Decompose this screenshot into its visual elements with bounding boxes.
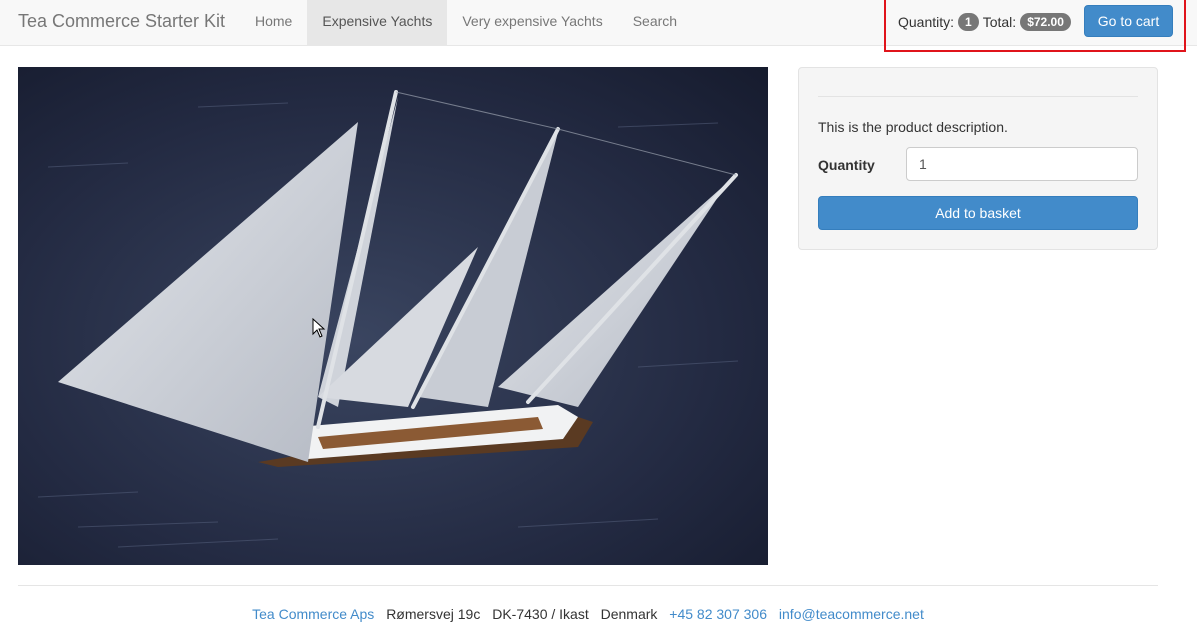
main-nav: Home Expensive Yachts Very expensive Yac… (240, 0, 692, 46)
mini-cart: Quantity: 1 Total: $72.00 (898, 0, 1075, 43)
cart-total-badge: $72.00 (1020, 12, 1071, 31)
cart-total-label: Total: (982, 13, 1017, 30)
panel-divider (818, 96, 1138, 97)
product-description: This is the product description. (818, 119, 1008, 135)
cart-quantity-label: Quantity: (898, 13, 955, 30)
cart-quantity-badge: 1 (958, 12, 979, 31)
footer-company-link[interactable]: Tea Commerce Aps (252, 606, 374, 622)
brand-link[interactable]: Tea Commerce Starter Kit (18, 0, 225, 46)
footer-street: Rømersvej 19c (386, 606, 481, 622)
nav-item-expensive-yachts[interactable]: Expensive Yachts (307, 0, 448, 46)
quantity-label: Quantity (818, 157, 875, 173)
footer-phone-link[interactable]: +45 82 307 306 (669, 606, 767, 622)
add-to-basket-button[interactable]: Add to basket (818, 196, 1138, 230)
footer-city: DK-7430 / Ikast (492, 606, 589, 622)
mouse-cursor-icon (312, 318, 326, 338)
navbar: Tea Commerce Starter Kit Home Expensive … (0, 0, 1197, 52)
yacht-photo (18, 67, 768, 565)
nav-item-search[interactable]: Search (618, 0, 692, 46)
product-details-panel: This is the product description. Quantit… (798, 67, 1158, 250)
nav-item-home[interactable]: Home (240, 0, 307, 46)
nav-item-very-expensive-yachts[interactable]: Very expensive Yachts (447, 0, 617, 46)
footer: Tea Commerce Aps Rømersvej 19c DK-7430 /… (0, 606, 1176, 622)
footer-country: Denmark (600, 606, 658, 622)
go-to-cart-button[interactable]: Go to cart (1084, 5, 1173, 37)
product-image (18, 67, 768, 565)
footer-divider (18, 585, 1158, 586)
footer-email-link[interactable]: info@teacommerce.net (779, 606, 924, 622)
quantity-input[interactable] (906, 147, 1138, 181)
